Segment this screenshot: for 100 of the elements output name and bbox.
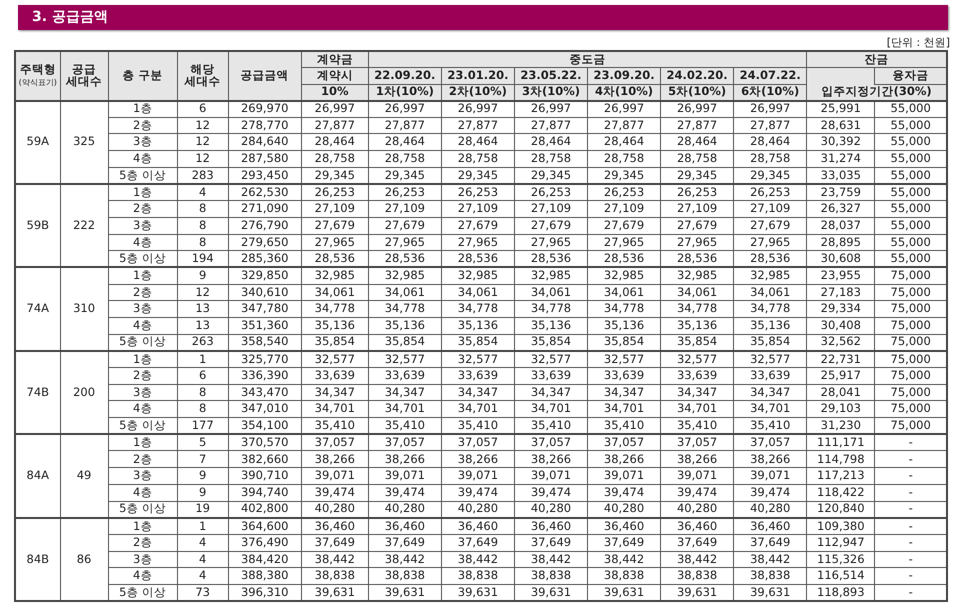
table-cell: 28,041 — [806, 384, 875, 401]
header-cell: 중도금 — [368, 51, 807, 68]
table-cell: 310 — [60, 267, 108, 351]
table-cell: 27,109 — [441, 200, 514, 218]
table-cell: - — [874, 434, 947, 451]
table-cell: 287,580 — [228, 150, 302, 168]
table-cell: 112,947 — [806, 534, 875, 552]
table-cell: 34,061 — [301, 284, 368, 301]
table-cell: 32,985 — [588, 267, 661, 284]
table-cell: 351,360 — [228, 317, 302, 334]
table-cell: 278,770 — [228, 117, 302, 134]
table-cell: 34,061 — [660, 284, 734, 301]
table-cell: 28,464 — [301, 134, 368, 151]
table-cell: 38,266 — [588, 450, 661, 468]
table-cell: 33,639 — [514, 368, 588, 384]
header-cell: 23.09.20. — [588, 68, 661, 84]
table-cell: 36,460 — [660, 518, 734, 534]
table-cell: - — [874, 518, 947, 534]
table-cell: 1층 — [108, 184, 178, 201]
table-cell: 34,701 — [368, 400, 442, 418]
table-cell: 39,474 — [441, 484, 514, 501]
table-cell: 9 — [177, 468, 228, 484]
unit-note: [단위 : 천원] — [886, 35, 950, 50]
table-cell: 38,442 — [441, 551, 514, 568]
table-cell: 27,965 — [588, 234, 661, 251]
table-cell: 222 — [60, 184, 108, 268]
header-cell: 23.05.22. — [514, 68, 588, 84]
table-cell: 325,770 — [228, 350, 302, 368]
table-cell: 39,474 — [734, 484, 807, 501]
table-cell: 8 — [177, 217, 228, 234]
table-cell: 8 — [177, 384, 228, 401]
table-cell: 28,758 — [734, 150, 807, 168]
table-cell: 38,266 — [734, 450, 807, 468]
table-cell: 35,136 — [734, 317, 807, 334]
table-cell: 364,600 — [228, 518, 302, 534]
table-cell: 23,759 — [806, 184, 875, 201]
table-cell: 37,057 — [734, 434, 807, 451]
table-cell: 39,071 — [660, 468, 734, 484]
table-cell: 38,838 — [588, 568, 661, 584]
table-cell: 49 — [60, 434, 108, 518]
table-cell: 394,740 — [228, 484, 302, 501]
header-cell: 주택형 (약식표기) — [15, 51, 60, 100]
table-cell: 114,798 — [806, 450, 875, 468]
table-cell: 86 — [60, 518, 108, 602]
header-cell: 잔금 — [806, 51, 947, 68]
table-cell: 59A — [15, 100, 60, 184]
table-cell: 37,649 — [588, 534, 661, 552]
table-cell: 34,701 — [734, 400, 807, 418]
header-cell: 공급금액 — [228, 51, 302, 100]
table-cell: 347,780 — [228, 300, 302, 318]
header-cell: 24.02.20. — [660, 68, 734, 84]
table-cell: 27,877 — [734, 117, 807, 134]
table-cell: 27,109 — [368, 200, 442, 218]
table-cell: 37,649 — [368, 534, 442, 552]
table-cell: 4층 — [108, 484, 178, 501]
table-cell: 36,460 — [301, 518, 368, 534]
table-cell: 26,997 — [441, 100, 514, 118]
table-cell: 8 — [177, 400, 228, 418]
table-cell: 36,460 — [368, 518, 442, 534]
table-cell: 12 — [177, 117, 228, 134]
table-cell: 2층 — [108, 284, 178, 301]
table-cell: 27,183 — [806, 284, 875, 301]
table-cell: 26,253 — [514, 184, 588, 201]
table-cell: 27,679 — [660, 217, 734, 234]
table-cell: 34,778 — [301, 300, 368, 318]
table-cell: 3층 — [108, 134, 178, 151]
table-cell: 390,710 — [228, 468, 302, 484]
table-cell: 28,895 — [806, 234, 875, 251]
table-cell: 39,474 — [368, 484, 442, 501]
table-cell: 6 — [177, 100, 228, 118]
table-cell: 28,758 — [441, 150, 514, 168]
table-cell: 27,109 — [301, 200, 368, 218]
table-cell: 370,570 — [228, 434, 302, 451]
table-cell: 28,464 — [441, 134, 514, 151]
table-cell: 27,109 — [588, 200, 661, 218]
table-cell: 4층 — [108, 400, 178, 418]
table-cell: 28,464 — [734, 134, 807, 151]
table-cell: 34,778 — [734, 300, 807, 318]
table-cell: 36,460 — [734, 518, 807, 534]
table-cell: 28,037 — [806, 217, 875, 234]
table-cell: 75,000 — [874, 400, 947, 418]
table-cell: 28,464 — [368, 134, 442, 151]
table-cell: 55,000 — [874, 184, 947, 201]
table-cell: 33,639 — [368, 368, 442, 384]
table-cell: 8 — [177, 200, 228, 218]
table-cell: 26,997 — [514, 100, 588, 118]
table-cell: 27,877 — [368, 117, 442, 134]
table-cell: 39,474 — [660, 484, 734, 501]
table-cell: 32,985 — [514, 267, 588, 284]
table-cell: 34,778 — [588, 300, 661, 318]
table-cell: 34,778 — [514, 300, 588, 318]
table-cell: 35,136 — [368, 317, 442, 334]
table-cell: 39,071 — [588, 468, 661, 484]
table-cell: 36,460 — [588, 518, 661, 534]
table-cell: 347,010 — [228, 400, 302, 418]
table-cell: 4층 — [108, 317, 178, 334]
table-cell: 38,266 — [660, 450, 734, 468]
table-cell: 340,610 — [228, 284, 302, 301]
table-cell: 9 — [177, 484, 228, 501]
table-cell: 336,390 — [228, 368, 302, 384]
